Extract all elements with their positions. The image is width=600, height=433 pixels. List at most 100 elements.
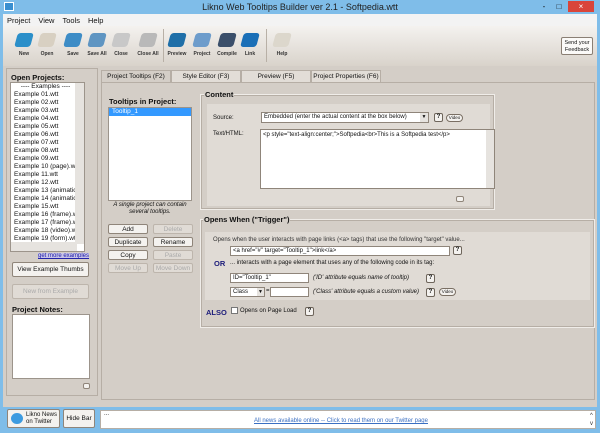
toolbar-button-new[interactable]: New bbox=[12, 30, 36, 57]
minimize-button[interactable]: - bbox=[538, 1, 550, 12]
project-list-item[interactable]: ---- Examples ---- bbox=[11, 83, 77, 91]
tab-style-editor[interactable]: Style Editor (F3) bbox=[171, 70, 241, 82]
project-list-item[interactable]: Example 14 (animation).wtt bbox=[11, 195, 77, 203]
project-list-item[interactable]: Example 03.wtt bbox=[11, 107, 77, 115]
news-twitter-link[interactable]: All news available online -- Click to re… bbox=[101, 418, 581, 424]
view-example-thumbs-button[interactable]: View Example Thumbs bbox=[12, 262, 89, 277]
delete-button[interactable]: Delete bbox=[153, 224, 193, 234]
class-select[interactable]: Class ▼ bbox=[230, 287, 265, 297]
page-load-checkbox[interactable] bbox=[231, 307, 238, 314]
tooltips-hint: A single project can contain several too… bbox=[113, 202, 187, 215]
toolbar-button-link[interactable]: Link bbox=[238, 30, 262, 57]
new-from-example-button[interactable]: New from Example bbox=[12, 284, 89, 299]
tab-project-properties[interactable]: Project Properties (F6) bbox=[311, 70, 381, 82]
text-html-textarea[interactable]: <p style="text-align:center;">Softpedia<… bbox=[260, 129, 495, 189]
toolbar-button-open[interactable]: Open bbox=[35, 30, 59, 57]
toolbar-button-close-all[interactable]: Close All bbox=[136, 30, 160, 57]
expand-content-button[interactable] bbox=[456, 196, 464, 202]
open-folder-icon bbox=[37, 33, 57, 47]
project-list-item[interactable]: Example 09.wtt bbox=[11, 155, 77, 163]
tooltips-list[interactable]: Tooltip_1 bbox=[108, 107, 192, 201]
toolbar-separator bbox=[163, 29, 164, 62]
project-list-item[interactable]: Example 11.wtt bbox=[11, 171, 77, 179]
source-select[interactable]: Embedded (enter the actual content at th… bbox=[261, 112, 429, 123]
hide-bar-button[interactable]: Hide Bar bbox=[63, 409, 95, 428]
send-feedback-button[interactable]: Send your Feedback bbox=[561, 37, 593, 55]
toolbar-button-help[interactable]: Help bbox=[270, 30, 294, 57]
move-down-button[interactable]: Move Down bbox=[153, 263, 193, 273]
compile-gears-icon bbox=[217, 33, 237, 47]
project-list-item[interactable]: Example 15.wtt bbox=[11, 203, 77, 211]
toolbar-button-label: Open bbox=[40, 51, 54, 57]
project-notes-label: Project Notes: bbox=[12, 305, 63, 314]
toolbar-button-preview[interactable]: Preview bbox=[165, 30, 189, 57]
preview-monitor-icon bbox=[167, 33, 187, 47]
class-value-field[interactable] bbox=[270, 287, 309, 297]
close-file-icon bbox=[111, 33, 131, 47]
twitter-bird-icon bbox=[11, 413, 23, 424]
help-icon[interactable]: ? bbox=[305, 307, 314, 316]
help-icon[interactable]: ? bbox=[426, 274, 435, 283]
news-scroll-arrows[interactable]: ^ v bbox=[590, 412, 593, 428]
toolbar-button-save[interactable]: Save bbox=[61, 30, 85, 57]
source-label: Source: bbox=[213, 115, 234, 121]
toolbar-separator bbox=[266, 29, 267, 62]
paste-button[interactable]: Paste bbox=[153, 250, 193, 260]
project-list-item[interactable]: Example 07.wtt bbox=[11, 139, 77, 147]
get-more-examples-link[interactable]: get more examples bbox=[38, 253, 90, 259]
project-list-item[interactable]: Example 06.wtt bbox=[11, 131, 77, 139]
likno-twitter-button[interactable]: Likno News on Twitter bbox=[7, 409, 60, 428]
vertical-scrollbar[interactable] bbox=[486, 130, 494, 188]
vertical-scrollbar[interactable] bbox=[75, 83, 84, 244]
project-list-item[interactable]: Example 08.wtt bbox=[11, 147, 77, 155]
rename-button[interactable]: Rename bbox=[153, 237, 193, 247]
trigger-line1: Opens when the user interacts with page … bbox=[213, 237, 465, 243]
project-list-item[interactable]: Example 17 (frame).wtt bbox=[11, 219, 77, 227]
toolbar-button-save-all[interactable]: Save All bbox=[85, 30, 109, 57]
toolbar-button-compile[interactable]: Compile bbox=[215, 30, 239, 57]
help-icon[interactable]: ? bbox=[434, 113, 443, 122]
add-button[interactable]: Add bbox=[108, 224, 148, 234]
project-icon bbox=[192, 33, 212, 47]
toolbar-button-label: Close All bbox=[137, 51, 159, 57]
title-bar: Likno Web Tooltips Builder ver 2.1 - Sof… bbox=[0, 0, 600, 14]
video-button[interactable]: Video bbox=[439, 288, 456, 296]
project-list-item[interactable]: Example 16 (frame).wtt bbox=[11, 211, 77, 219]
toolbar-button-label: Compile bbox=[217, 51, 237, 57]
toolbar-button-project[interactable]: Project bbox=[190, 30, 214, 57]
help-book-icon bbox=[272, 33, 292, 47]
toolbar-button-close[interactable]: Close bbox=[109, 30, 133, 57]
open-projects-list[interactable]: ---- Examples ---- Example 01.wtt Example … bbox=[10, 82, 85, 252]
help-icon[interactable]: ? bbox=[426, 288, 435, 297]
link-code-field[interactable]: <a href="#" target="Tooltip_1">link</a> bbox=[230, 246, 450, 256]
project-list-item[interactable]: Example 12.wtt bbox=[11, 179, 77, 187]
project-list-item[interactable]: Example 10 (page).wtt bbox=[11, 163, 77, 171]
maximize-button[interactable]: □ bbox=[553, 1, 565, 12]
project-list-item[interactable]: Example 05.wtt bbox=[11, 123, 77, 131]
duplicate-button[interactable]: Duplicate bbox=[108, 237, 148, 247]
dropdown-arrow-icon: ▼ bbox=[257, 288, 264, 296]
video-button[interactable]: Video bbox=[446, 114, 463, 122]
tooltip-item[interactable]: Tooltip_1 bbox=[109, 108, 191, 116]
news-dots: ... bbox=[104, 411, 110, 417]
project-list-item[interactable]: Example 02.wtt bbox=[11, 99, 77, 107]
copy-button[interactable]: Copy bbox=[108, 250, 148, 260]
help-icon[interactable]: ? bbox=[453, 246, 462, 255]
horizontal-scrollbar[interactable] bbox=[11, 242, 77, 251]
id-field[interactable]: ID="Tooltip_1" bbox=[230, 273, 309, 283]
toolbar-button-label: Preview bbox=[167, 51, 187, 57]
open-projects-label: Open Projects: bbox=[11, 73, 65, 82]
window-title: Likno Web Tooltips Builder ver 2.1 - Sof… bbox=[202, 2, 398, 12]
project-list-item[interactable]: Example 01.wtt bbox=[11, 91, 77, 99]
page-load-label: Opens on Page Load bbox=[240, 308, 297, 314]
toolbar-button-label: Project bbox=[193, 51, 211, 57]
expand-notes-button[interactable] bbox=[83, 383, 90, 389]
move-up-button[interactable]: Move Up bbox=[108, 263, 148, 273]
tab-preview[interactable]: Preview (F5) bbox=[241, 70, 311, 82]
also-label: ALSO bbox=[206, 308, 227, 317]
project-notes-textarea[interactable] bbox=[12, 314, 90, 379]
project-list-item[interactable]: Example 04.wtt bbox=[11, 115, 77, 123]
project-list-item[interactable]: Example 18 (video).wtt bbox=[11, 227, 77, 235]
close-button[interactable]: × bbox=[568, 1, 594, 12]
project-list-item[interactable]: Example 13 (animation).wtt bbox=[11, 187, 77, 195]
